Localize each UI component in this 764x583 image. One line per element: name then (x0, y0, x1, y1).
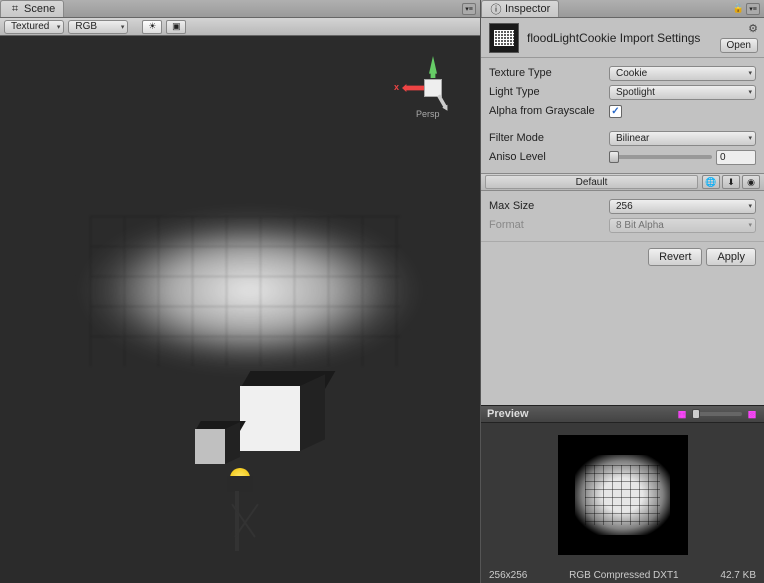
gizmo-x-label: x (394, 82, 399, 92)
render-mode-value: Textured (11, 21, 49, 32)
aniso-slider[interactable] (609, 155, 712, 159)
rgb-toggle-icon[interactable]: ▦ (676, 408, 688, 420)
revert-button[interactable]: Revert (648, 248, 702, 266)
preview-size: 42.7 KB (720, 570, 756, 581)
format-label: Format (489, 219, 609, 231)
preview-canvas[interactable] (481, 423, 764, 567)
cube-object-large[interactable] (240, 371, 325, 451)
orientation-gizmo[interactable]: x Persp (402, 54, 462, 124)
format-dropdown: 8 Bit Alpha (609, 218, 756, 233)
light-type-value: Spotlight (616, 87, 655, 98)
scene-panel: ⌗ Scene ▾≡ Textured RGB ☀ ▣ (0, 0, 481, 583)
light-type-label: Light Type (489, 86, 609, 98)
max-size-label: Max Size (489, 200, 609, 212)
platform-settings: Max Size 256 Format 8 Bit Alpha (481, 191, 764, 241)
max-size-dropdown[interactable]: 256 (609, 199, 756, 214)
preview-info-bar: 256x256 RGB Compressed DXT1 42.7 KB (481, 567, 764, 583)
texture-type-value: Cookie (616, 68, 647, 79)
scene-view[interactable]: x Persp (0, 36, 480, 583)
sun-icon: ☀ (148, 21, 156, 32)
platform-ios-icon[interactable]: ◉ (742, 175, 760, 189)
alpha-toggle-icon[interactable]: ▩ (746, 408, 758, 420)
scene-toolbar: Textured RGB ☀ ▣ (0, 18, 480, 36)
platform-bar: Default 🌐 ⬇ ◉ (481, 173, 764, 191)
gear-icon[interactable]: ⚙ (748, 22, 758, 35)
scene-tab-bar: ⌗ Scene ▾≡ (0, 0, 480, 18)
aniso-label: Aniso Level (489, 151, 609, 163)
inspector-tab-label: Inspector (505, 3, 550, 15)
cube-object-small[interactable] (195, 421, 240, 466)
inspector-panel: ⓘ Inspector 🔒 ▾≡ floodLightCookie Import… (481, 0, 764, 583)
cookie-grid-projection (90, 216, 400, 366)
filter-mode-dropdown[interactable]: Bilinear (609, 131, 756, 146)
aniso-value[interactable]: 0 (716, 150, 756, 165)
import-settings: Texture Type Cookie Light Type Spotlight… (481, 58, 764, 173)
asset-header: floodLightCookie Import Settings ⚙ Open (481, 18, 764, 58)
gizmo-center[interactable] (424, 79, 442, 97)
mip-slider[interactable] (692, 412, 742, 416)
panel-menu-button[interactable]: ▾≡ (746, 3, 760, 15)
color-mode-value: RGB (75, 21, 97, 32)
apply-button[interactable]: Apply (706, 248, 756, 266)
preview-header[interactable]: Preview ▦ ▩ (481, 405, 764, 423)
lighting-toggle[interactable]: ☀ (142, 20, 162, 34)
inspector-empty-space (481, 272, 764, 405)
texture-type-dropdown[interactable]: Cookie (609, 66, 756, 81)
picture-icon: ▣ (172, 21, 181, 32)
light-object[interactable] (220, 466, 260, 496)
platform-standalone-icon[interactable]: ⬇ (722, 175, 740, 189)
platform-web-icon[interactable]: 🌐 (702, 175, 720, 189)
preview-dimensions: 256x256 (489, 570, 527, 581)
render-mode-dropdown[interactable]: Textured (4, 20, 64, 34)
lock-icon[interactable]: 🔒 (733, 3, 744, 14)
filter-mode-label: Filter Mode (489, 132, 609, 144)
filter-mode-value: Bilinear (616, 133, 649, 144)
cookie-texture (558, 435, 688, 555)
asset-thumbnail (489, 23, 519, 53)
scene-tab[interactable]: ⌗ Scene (0, 0, 64, 17)
open-button[interactable]: Open (720, 38, 758, 53)
slider-thumb[interactable] (609, 151, 619, 163)
gizmo-label: Persp (416, 109, 440, 119)
gizmo-y-axis[interactable] (429, 56, 437, 78)
light-type-dropdown[interactable]: Spotlight (609, 85, 756, 100)
color-mode-dropdown[interactable]: RGB (68, 20, 128, 34)
info-icon: ⓘ (490, 3, 502, 15)
preview-label: Preview (487, 408, 529, 420)
gizmo-x-axis[interactable] (402, 84, 424, 92)
scene-icon: ⌗ (9, 3, 21, 15)
format-value: 8 Bit Alpha (616, 220, 664, 231)
texture-type-label: Texture Type (489, 67, 609, 79)
inspector-tab[interactable]: ⓘ Inspector (481, 0, 559, 17)
scene-tab-label: Scene (24, 3, 55, 15)
alpha-grayscale-label: Alpha from Grayscale (489, 105, 609, 117)
apply-bar: Revert Apply (481, 241, 764, 272)
fx-toggle[interactable]: ▣ (166, 20, 186, 34)
alpha-grayscale-checkbox[interactable]: ✓ (609, 105, 622, 118)
slider-thumb[interactable] (692, 409, 700, 419)
max-size-value: 256 (616, 201, 633, 212)
panel-menu-button[interactable]: ▾≡ (462, 3, 476, 15)
inspector-tab-bar: ⓘ Inspector 🔒 ▾≡ (481, 0, 764, 18)
preview-format: RGB Compressed DXT1 (537, 570, 710, 581)
platform-default-tab[interactable]: Default (485, 175, 698, 189)
preview-area: 256x256 RGB Compressed DXT1 42.7 KB (481, 423, 764, 583)
tripod-pole (235, 491, 239, 551)
